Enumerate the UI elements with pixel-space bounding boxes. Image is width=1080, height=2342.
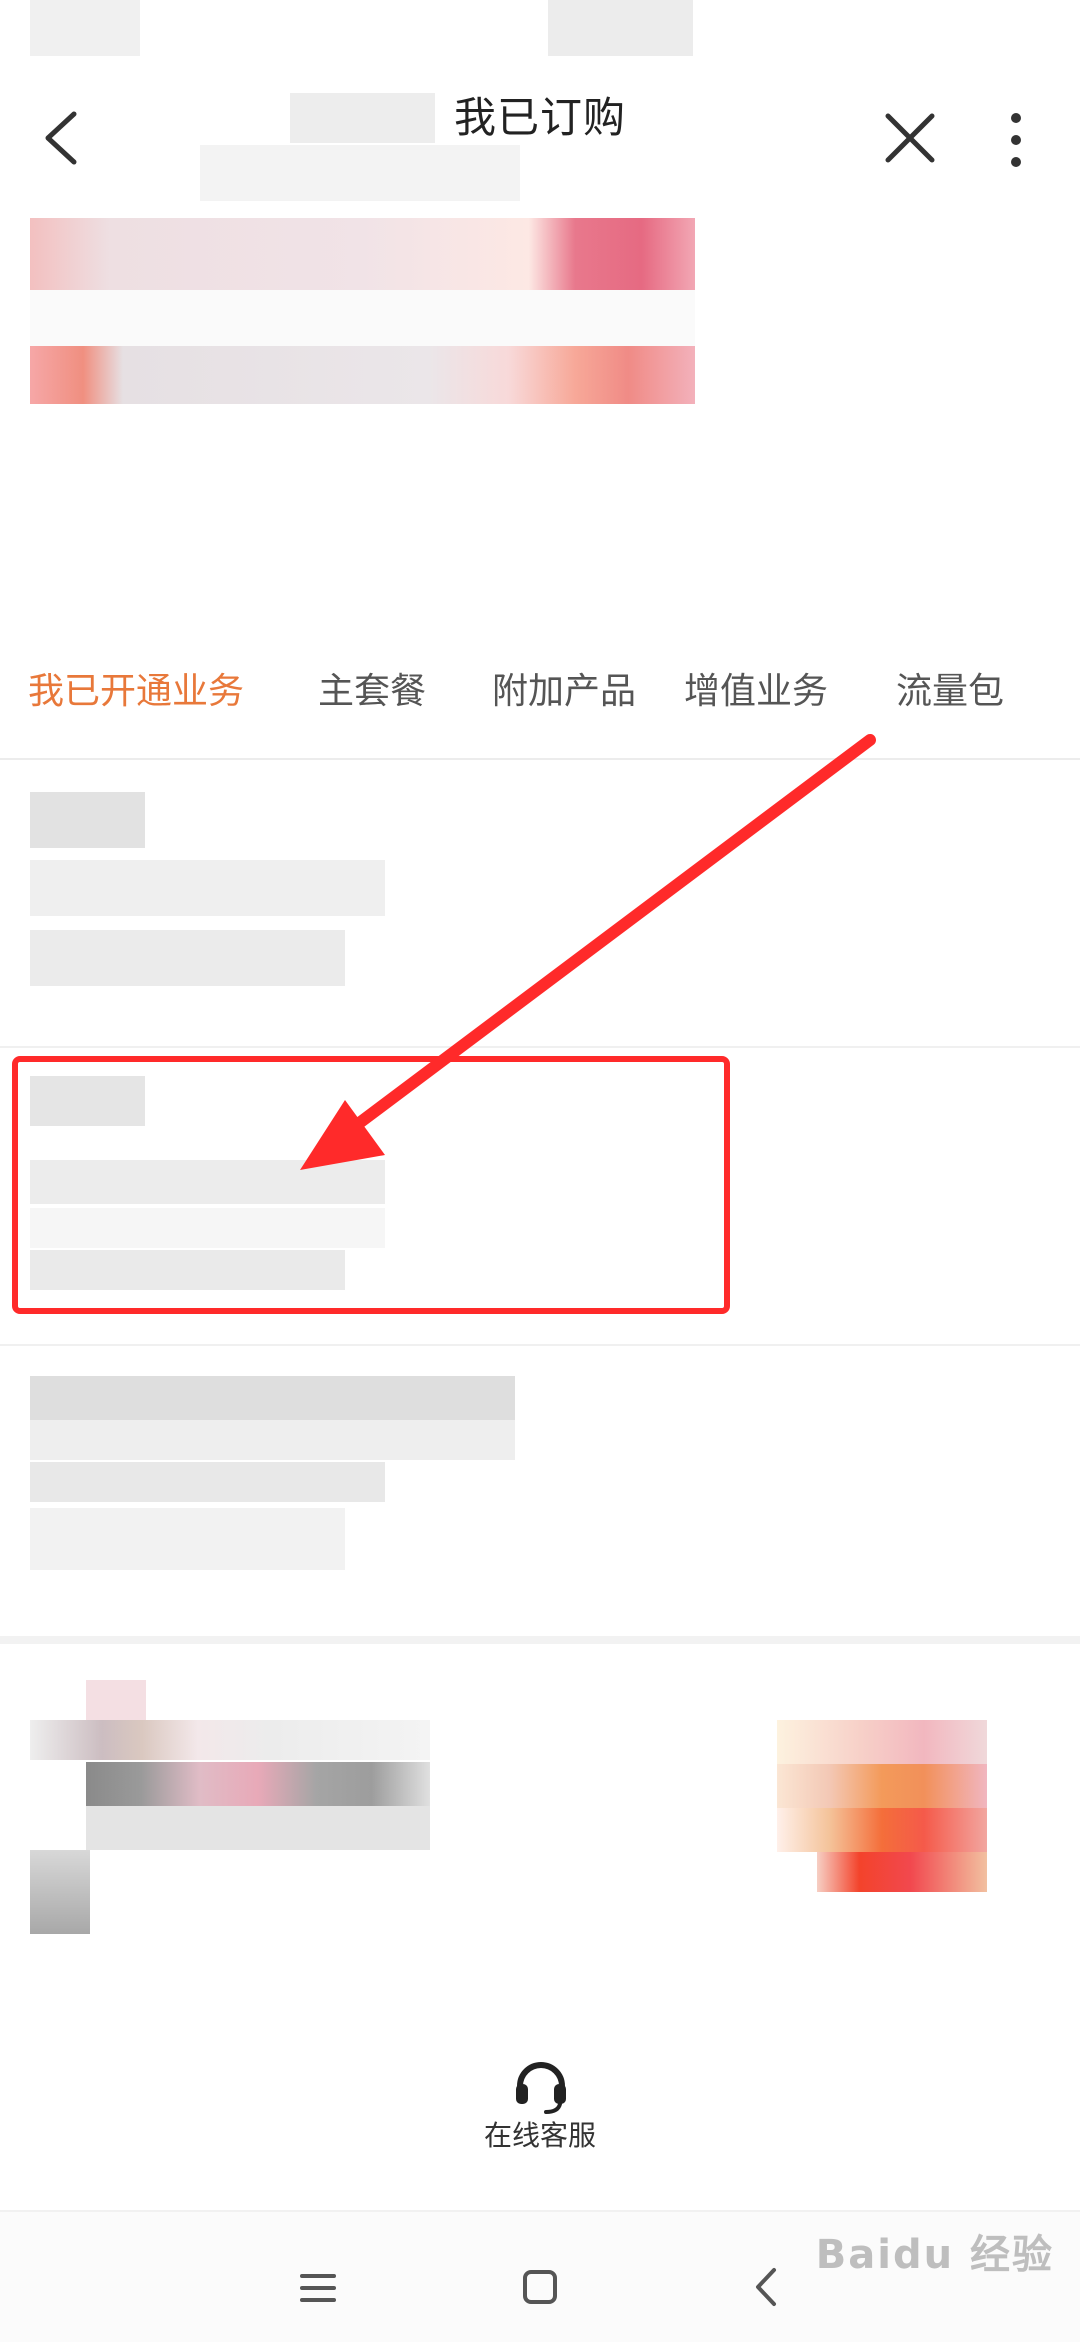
online-service-label: 在线客服 bbox=[483, 2119, 596, 2152]
more-icon[interactable] bbox=[1000, 108, 1032, 172]
list-separator bbox=[0, 1344, 1080, 1346]
online-service[interactable]: 在线客服 bbox=[0, 2010, 1080, 2210]
watermark: Baidu 经验 bbox=[815, 2232, 1054, 2278]
annotation-arrow bbox=[300, 734, 876, 1170]
headset-icon bbox=[516, 2062, 566, 2114]
section-separator bbox=[0, 1636, 1080, 1644]
home-square-icon[interactable] bbox=[520, 2267, 560, 2307]
menu-icon[interactable] bbox=[298, 2270, 338, 2306]
back-icon[interactable] bbox=[40, 108, 84, 168]
back-chevron-icon[interactable] bbox=[752, 2266, 782, 2308]
close-icon[interactable] bbox=[882, 110, 938, 166]
